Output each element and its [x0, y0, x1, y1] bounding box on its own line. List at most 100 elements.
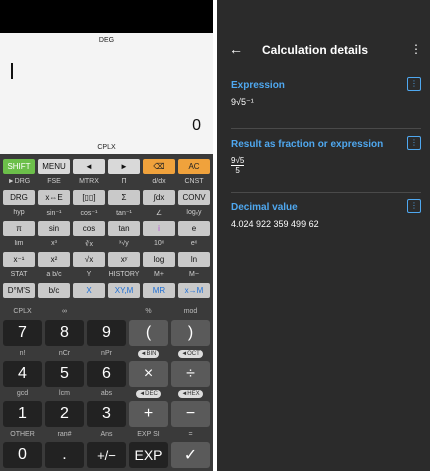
- expression-value: 9√5⁻¹: [231, 97, 254, 107]
- close-paren-button[interactable]: ): [171, 320, 210, 346]
- section-menu-icon[interactable]: ⋮: [407, 77, 421, 91]
- digit-0-button[interactable]: 0: [3, 442, 42, 468]
- secondary-label: logₓy: [186, 209, 202, 216]
- digit-9-button[interactable]: 9: [87, 320, 126, 346]
- result-value: 0: [192, 117, 201, 134]
- secondary-label: Ans: [100, 431, 113, 438]
- secondary-label: FSE: [47, 178, 61, 185]
- secondary-label: ◄OCT: [171, 350, 210, 358]
- secondary-label: OTHER: [10, 431, 35, 438]
- calc-display[interactable]: DEG 0 CPLX: [0, 33, 213, 154]
- secondary-labels-row-4: STAT a b/c Y HISTORY M+ M−: [3, 271, 210, 278]
- secondary-label: MTRX: [79, 178, 99, 185]
- expression-section: Expression ⋮ 9√5⁻¹: [231, 77, 421, 108]
- matrix-button[interactable]: [▯▯]: [73, 190, 105, 205]
- log-button[interactable]: log: [143, 252, 175, 267]
- reciprocal-button[interactable]: x⁻¹: [3, 252, 35, 267]
- store-memory-button[interactable]: x→M: [178, 283, 210, 298]
- divider: [231, 192, 421, 193]
- secondary-label: ∛x: [85, 241, 93, 248]
- integral-button[interactable]: ∫dx: [143, 190, 175, 205]
- fraction-section: Result as fraction or expression ⋮ 9√5 5: [231, 136, 421, 175]
- dec-pill: ◄DEC: [136, 390, 161, 398]
- more-vert-icon[interactable]: ⋮: [410, 42, 422, 56]
- secondary-label: lcm: [59, 390, 70, 397]
- equals-check-button[interactable]: ✓: [171, 442, 210, 468]
- negate-button[interactable]: +/−: [87, 442, 126, 468]
- back-arrow-icon[interactable]: ←: [229, 41, 243, 57]
- e-button[interactable]: e: [178, 221, 210, 236]
- numpad-row-3: 1 2 3 + −: [3, 401, 210, 427]
- secondary-label: nCr: [58, 350, 71, 357]
- numpad-labels-row-1: CPLX ∞ % mod: [3, 308, 210, 315]
- digit-5-button[interactable]: 5: [45, 361, 84, 387]
- menu-button[interactable]: MENU: [38, 159, 70, 174]
- drg-button[interactable]: DRG: [3, 190, 35, 205]
- shift-button[interactable]: SHIFT: [3, 159, 35, 174]
- mode-indicator: CPLX: [97, 144, 116, 151]
- secondary-label: lim: [14, 240, 24, 247]
- digit-7-button[interactable]: 7: [3, 320, 42, 346]
- hex-pill: ◄HEX: [178, 390, 203, 398]
- dms-button[interactable]: D°M'S: [3, 283, 35, 298]
- all-clear-button[interactable]: AC: [178, 159, 210, 174]
- minus-button[interactable]: −: [171, 401, 210, 427]
- digit-6-button[interactable]: 6: [87, 361, 126, 387]
- secondary-label: d/dx: [152, 178, 166, 185]
- x-to-e-button[interactable]: x⇔E: [38, 190, 70, 205]
- square-button[interactable]: x²: [38, 252, 70, 267]
- section-menu-icon[interactable]: ⋮: [407, 136, 421, 150]
- digit-1-button[interactable]: 1: [3, 401, 42, 427]
- digit-3-button[interactable]: 3: [87, 401, 126, 427]
- section-heading: Result as fraction or expression: [231, 139, 384, 150]
- secondary-label: nPr: [101, 350, 112, 357]
- section-menu-icon[interactable]: ⋮: [407, 199, 421, 213]
- secondary-label: CPLX: [13, 308, 32, 315]
- tan-button[interactable]: tan: [108, 221, 140, 236]
- cursor-right-button[interactable]: ►: [108, 159, 140, 174]
- secondary-label: eˣ: [190, 240, 198, 247]
- ln-button[interactable]: ln: [178, 252, 210, 267]
- section-heading: Expression: [231, 80, 285, 91]
- convert-button[interactable]: CONV: [178, 190, 210, 205]
- digit-2-button[interactable]: 2: [45, 401, 84, 427]
- decimal-point-button[interactable]: .: [45, 442, 84, 468]
- secondary-label: EXP SI: [137, 431, 160, 438]
- sqrt-button[interactable]: √x: [73, 252, 105, 267]
- secondary-label: STAT: [10, 271, 28, 278]
- fraction: 9√5 5: [231, 156, 245, 175]
- calculator-screen: DEG 0 CPLX SHIFT MENU ◄ ► ⌫ AC ►DRG FSE …: [0, 0, 213, 471]
- secondary-label: sin⁻¹: [46, 210, 62, 217]
- sin-button[interactable]: sin: [38, 221, 70, 236]
- cos-button[interactable]: cos: [73, 221, 105, 236]
- fraction-button[interactable]: b/c: [38, 283, 70, 298]
- multiply-button[interactable]: ×: [129, 361, 168, 387]
- page-title: Calculation details: [262, 43, 369, 57]
- pi-button[interactable]: π: [3, 221, 35, 236]
- x-variable-button[interactable]: X: [73, 283, 105, 298]
- digit-8-button[interactable]: 8: [45, 320, 84, 346]
- secondary-label: HISTORY: [108, 271, 140, 278]
- imaginary-button[interactable]: i: [143, 221, 175, 236]
- exp-button[interactable]: EXP: [129, 442, 168, 468]
- secondary-label: =: [188, 431, 193, 438]
- function-row-3: x⁻¹ x² √x xʸ log ln: [3, 252, 210, 267]
- secondary-label: tan⁻¹: [116, 210, 132, 217]
- secondary-label: %: [145, 308, 152, 315]
- memory-recall-button[interactable]: MR: [143, 283, 175, 298]
- backspace-button[interactable]: ⌫: [143, 159, 175, 174]
- digit-4-button[interactable]: 4: [3, 361, 42, 387]
- numpad-row-4: 0 . +/− EXP ✓: [3, 442, 210, 468]
- function-row-4: D°M'S b/c X XY,M MR x→M: [3, 283, 210, 298]
- numpad-labels-row-2: n! nCr nPr ◄BIN ◄OCT: [3, 350, 210, 358]
- sum-button[interactable]: Σ: [108, 190, 140, 205]
- xy-memory-button[interactable]: XY,M: [108, 283, 140, 298]
- divide-button[interactable]: ÷: [171, 361, 210, 387]
- open-paren-button[interactable]: (: [129, 320, 168, 346]
- plus-button[interactable]: +: [129, 401, 168, 427]
- power-button[interactable]: xʸ: [108, 252, 140, 267]
- secondary-label: [87, 308, 126, 315]
- secondary-label: a b/c: [46, 271, 62, 278]
- cursor-left-button[interactable]: ◄: [73, 159, 105, 174]
- secondary-label: ∠: [155, 210, 163, 217]
